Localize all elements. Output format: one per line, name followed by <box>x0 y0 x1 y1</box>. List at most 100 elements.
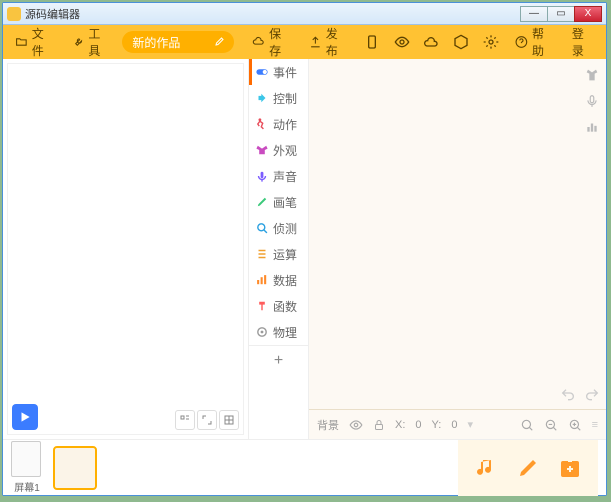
category-label: 侦测 <box>273 220 297 237</box>
stage[interactable] <box>7 63 244 435</box>
category-icon <box>255 143 269 157</box>
x-value: 0 <box>415 419 421 431</box>
category-label: 声音 <box>273 168 297 185</box>
category-声音[interactable]: 声音 <box>249 163 308 189</box>
window-title: 源码编辑器 <box>25 6 80 22</box>
y-label: Y: <box>432 419 442 431</box>
visible-icon[interactable] <box>349 418 363 432</box>
category-画笔[interactable]: 画笔 <box>249 189 308 215</box>
costume-icon[interactable] <box>582 65 602 85</box>
stage-controls <box>175 410 239 430</box>
category-label: 运算 <box>273 246 297 263</box>
save-label: 保存 <box>269 25 291 59</box>
stage-panel <box>3 59 249 439</box>
category-label: 数据 <box>273 272 297 289</box>
play-button[interactable] <box>12 404 38 430</box>
maximize-button[interactable]: ▭ <box>547 6 575 22</box>
grid-button[interactable] <box>219 410 239 430</box>
category-icon <box>255 273 269 287</box>
login-label: 登录 <box>572 25 594 59</box>
lock-icon[interactable] <box>373 419 385 431</box>
publish-label: 发布 <box>326 25 348 59</box>
toolbar: 文件 工具 新的作品 保存 发布 帮助 登录 <box>3 25 606 59</box>
package-icon[interactable] <box>449 29 473 55</box>
canvas-side-tools <box>582 65 602 137</box>
block-canvas[interactable]: 背景 X: 0 Y: 0 ▾ ≡ <box>309 59 606 439</box>
category-icon <box>255 247 269 261</box>
play-icon <box>18 410 32 424</box>
tool-menu[interactable]: 工具 <box>66 21 117 63</box>
category-icon <box>255 325 269 339</box>
draw-asset-icon[interactable] <box>516 456 540 480</box>
file-menu[interactable]: 文件 <box>9 21 60 63</box>
minimize-button[interactable]: — <box>520 6 548 22</box>
help-button[interactable]: 帮助 <box>509 21 560 63</box>
login-button[interactable]: 登录 <box>566 21 600 63</box>
bottom-bar: 屏幕1 <box>3 439 606 495</box>
category-数据[interactable]: 数据 <box>249 267 308 293</box>
category-物理[interactable]: 物理 <box>249 319 308 345</box>
stats-icon[interactable] <box>582 117 602 137</box>
undo-redo <box>560 387 600 403</box>
help-icon <box>515 35 528 49</box>
coords-toggle[interactable] <box>175 410 195 430</box>
file-label: 文件 <box>32 25 54 59</box>
zoom-in-icon[interactable] <box>568 418 582 432</box>
upload-icon <box>309 35 322 49</box>
add-category-button[interactable]: + <box>249 345 308 375</box>
category-list: 事件控制动作外观声音画笔侦测运算数据函数物理 + <box>249 59 309 439</box>
cloud-icon[interactable] <box>419 29 443 55</box>
y-value: 0 <box>451 419 457 431</box>
app-icon <box>7 7 21 21</box>
category-label: 动作 <box>273 116 297 133</box>
category-icon <box>255 221 269 235</box>
main-area: 事件控制动作外观声音画笔侦测运算数据函数物理+ 背景 X: 0 Y: 0 ▾ <box>3 59 606 439</box>
category-侦测[interactable]: 侦测 <box>249 215 308 241</box>
category-label: 外观 <box>273 142 297 159</box>
category-动作[interactable]: 动作 <box>249 111 308 137</box>
phone-icon[interactable] <box>360 29 384 55</box>
category-label: 物理 <box>273 324 297 341</box>
add-asset-icon[interactable] <box>558 456 582 480</box>
category-icon <box>255 117 269 131</box>
category-控制[interactable]: 控制 <box>249 85 308 111</box>
screen-label: 屏幕1 <box>14 483 40 494</box>
category-外观[interactable]: 外观 <box>249 137 308 163</box>
category-label: 函数 <box>273 298 297 315</box>
app-window: 源码编辑器 — ▭ X 文件 工具 新的作品 保存 发布 <box>2 2 607 496</box>
project-name-text: 新的作品 <box>132 34 180 51</box>
zoom-out-icon[interactable] <box>544 418 558 432</box>
asset-buttons <box>458 440 598 496</box>
x-label: X: <box>395 419 405 431</box>
sprite-thumb[interactable] <box>53 446 97 490</box>
category-icon <box>255 299 269 313</box>
redo-icon[interactable] <box>584 387 600 403</box>
category-icon <box>255 195 269 209</box>
category-label: 画笔 <box>273 194 297 211</box>
bg-label: 背景 <box>317 417 339 433</box>
zoom-fit-icon[interactable] <box>520 418 534 432</box>
edit-icon <box>214 35 226 47</box>
project-name-input[interactable]: 新的作品 <box>122 31 234 53</box>
category-函数[interactable]: 函数 <box>249 293 308 319</box>
category-运算[interactable]: 运算 <box>249 241 308 267</box>
undo-icon[interactable] <box>560 387 576 403</box>
help-label: 帮助 <box>532 25 554 59</box>
screen-thumb[interactable]: 屏幕1 <box>11 441 43 494</box>
settings-icon[interactable] <box>479 29 503 55</box>
category-事件[interactable]: 事件 <box>249 59 308 85</box>
cloud-save-icon <box>252 35 265 49</box>
close-button[interactable]: X <box>574 6 602 22</box>
window-controls: — ▭ X <box>521 6 602 22</box>
sound-asset-icon[interactable] <box>474 456 498 480</box>
tool-label: 工具 <box>88 25 110 59</box>
wrench-icon <box>72 35 85 49</box>
publish-button[interactable]: 发布 <box>303 21 354 63</box>
eye-icon[interactable] <box>390 29 414 55</box>
category-icon <box>255 65 269 79</box>
expand-button[interactable] <box>197 410 217 430</box>
mic-icon[interactable] <box>582 91 602 111</box>
save-button[interactable]: 保存 <box>246 21 297 63</box>
category-label: 控制 <box>273 90 297 107</box>
folder-icon <box>15 35 28 49</box>
